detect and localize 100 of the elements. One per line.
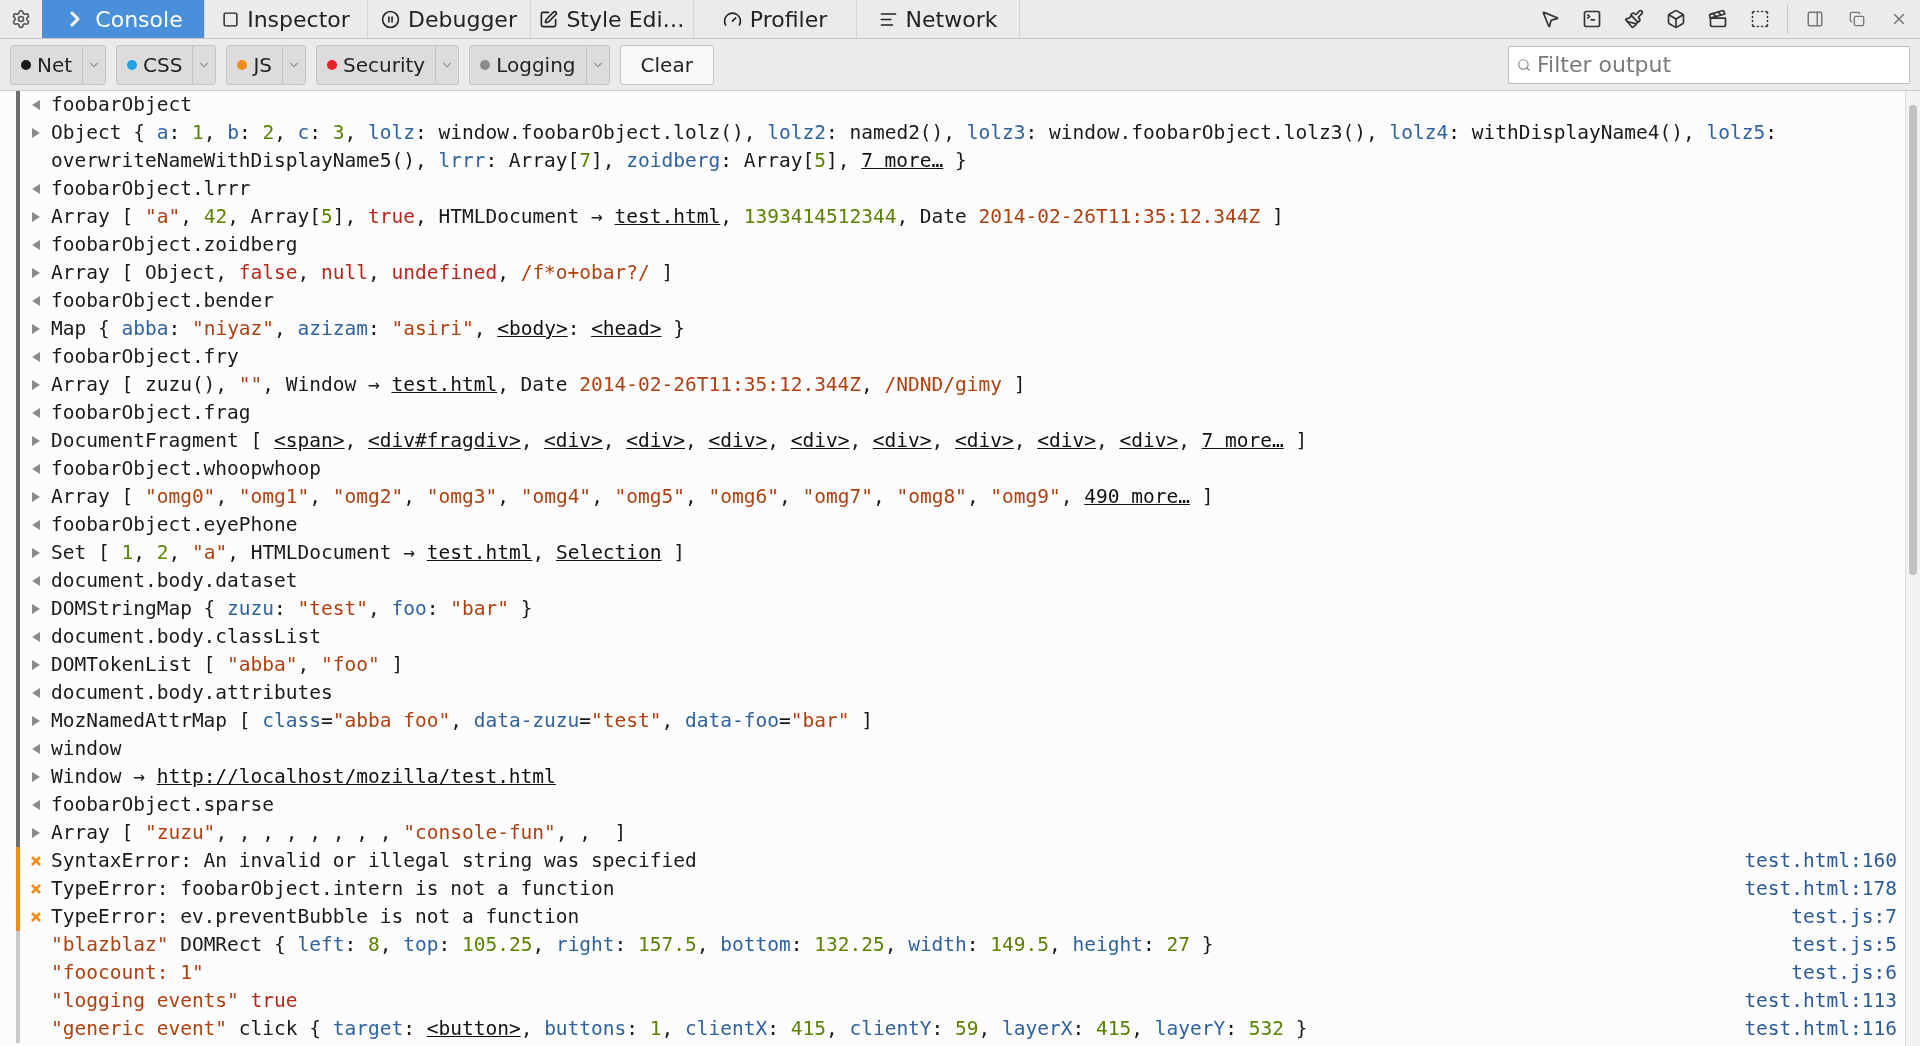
source-link[interactable]: test.js:7 <box>1791 903 1897 931</box>
object-link[interactable]: <div> <box>955 429 1014 452</box>
pause-icon <box>381 9 401 29</box>
object-link[interactable]: <span> <box>274 429 345 452</box>
object-link[interactable]: <div> <box>544 429 603 452</box>
output-arrow-icon <box>31 492 40 502</box>
input-arrow-icon <box>31 352 40 362</box>
source-link[interactable]: test.html:113 <box>1744 987 1897 1015</box>
input-arrow-icon <box>31 632 40 642</box>
object-link[interactable]: <div> <box>1119 429 1179 452</box>
source-link[interactable]: test.html:116 <box>1744 1015 1897 1043</box>
console-message: document.body.attributes <box>51 680 334 706</box>
console-message: foobarObject.lrrr <box>51 176 252 202</box>
error-icon <box>30 912 41 922</box>
input-arrow-icon <box>31 240 40 250</box>
object-link[interactable]: <button> <box>426 1017 521 1040</box>
filter-toggle-button[interactable]: Net <box>10 44 107 85</box>
input-arrow-icon <box>31 100 40 110</box>
source-link[interactable]: test.html:178 <box>1744 875 1897 903</box>
console-message: Array [ "omg0", "omg1", "omg2", "omg3", "omg4", "omg5", "omg6", "omg7", "omg8", "omg9", 490 more… ] <box>51 484 1215 510</box>
output-arrow-icon <box>31 548 40 558</box>
output-arrow-icon <box>31 268 40 278</box>
source-link[interactable]: test.js:5 <box>1791 931 1897 959</box>
console-message: Array [ zuzu(), "", Window → test.html, Date 2014-02-26T11:35:12.344Z, /NDND/gimy ] <box>51 372 1027 398</box>
input-arrow-icon <box>31 184 40 194</box>
object-link[interactable]: 7 more… <box>1201 429 1284 452</box>
input-arrow-icon <box>31 408 40 418</box>
console-message: Map { abba: "niyaz", azizam: "asiri", <body>: <head> } <box>51 316 687 342</box>
console-message: MozNamedAttrMap [ class="abba foo", data-zuzu="test", data-foo="bar" ] <box>51 708 874 734</box>
object-link[interactable]: test.html <box>391 373 498 396</box>
object-link[interactable]: <div> <box>1037 429 1096 452</box>
error-icon <box>30 856 41 866</box>
filter-toggle-button[interactable]: Logging <box>469 44 610 85</box>
object-link[interactable]: <div> <box>626 429 685 452</box>
output-arrow-icon <box>31 604 40 614</box>
filter-toggle-button[interactable]: Security <box>316 44 460 85</box>
output-arrow-icon <box>31 128 40 138</box>
console-message: foobarObject.fry <box>51 344 240 370</box>
object-link[interactable]: http://localhost/mozilla/test.html <box>156 765 556 788</box>
error-icon <box>30 884 41 894</box>
console-message: "foocount: 1" <box>51 960 205 986</box>
console-message: foobarObject.zoidberg <box>51 232 299 258</box>
console-message: Window → http://localhost/mozilla/test.html <box>51 764 557 790</box>
square-icon <box>222 10 240 28</box>
console-message: foobarObject.whoopwhoop <box>51 456 323 482</box>
object-link[interactable]: <head> <box>591 317 662 340</box>
object-link[interactable]: <div#fragdiv> <box>368 429 521 452</box>
output-arrow-icon <box>31 828 40 838</box>
console-message: foobarObject.frag <box>51 400 252 426</box>
object-link[interactable]: test.html <box>426 541 533 564</box>
object-link[interactable]: <div> <box>872 429 932 452</box>
filter-toggle-button[interactable]: JS <box>226 44 307 85</box>
console-message: document.body.dataset <box>51 568 299 594</box>
output-arrow-icon <box>31 716 40 726</box>
input-arrow-icon <box>31 520 40 530</box>
output-arrow-icon <box>31 772 40 782</box>
console-message: "blazblaz" DOMRect { left: 8, top: 105.25, right: 157.5, bottom: 132.25, width: 149.5, height: 27 } <box>51 932 1215 958</box>
console-message: "generic event" click { target: <button>, buttons: 1, clientX: 415, clientY: 59, layerX: 415, layerY: 532 } <box>51 1016 1309 1042</box>
console-message: Array [ "zuzu", , , , , , , , "console-fun", , ] <box>51 820 628 846</box>
console-message: foobarObject.eyePhone <box>51 512 299 538</box>
input-arrow-icon <box>31 464 40 474</box>
filter-field[interactable]: Filter output <box>1508 45 1910 84</box>
console-message: DOMStringMap { zuzu: "test", foo: "bar" } <box>51 596 534 622</box>
console-message: document.body.classList <box>51 624 323 650</box>
console-message: DocumentFragment [ <span>, <div#fragdiv>, <div>, <div>, <div>, <div>, <div>, <div>, <div>, <div>, 7 more… ] <box>51 428 1309 454</box>
gauge-icon <box>722 9 742 29</box>
object-link[interactable]: test.html <box>614 205 721 228</box>
object-link[interactable]: 490 more… <box>1084 485 1190 508</box>
object-link[interactable]: <body> <box>497 317 568 340</box>
output-arrow-icon <box>31 436 40 446</box>
source-link[interactable]: test.html:160 <box>1744 847 1897 875</box>
input-arrow-icon <box>31 688 40 698</box>
console-message: "logging events" true <box>51 988 299 1014</box>
pencil-icon <box>539 9 559 29</box>
input-arrow-icon <box>31 296 40 306</box>
output-arrow-icon <box>31 660 40 670</box>
input-arrow-icon <box>31 800 40 810</box>
console-message: foobarObject.bender <box>51 288 276 314</box>
console-message: TypeError: foobarObject.intern is not a function <box>51 876 616 902</box>
console-message: DOMTokenList [ "abba", "foo" ] <box>51 652 405 678</box>
object-link[interactable]: Selection <box>555 541 662 564</box>
output-arrow-icon <box>31 212 40 222</box>
object-link[interactable]: 7 more… <box>861 149 944 172</box>
scrollbar[interactable] <box>1905 91 1920 1046</box>
console-message: Array [ "a", 42, Array[5], true, HTMLDocument → test.html, 1393414512344, Date 2014-02-26T11:35:12.344Z ] <box>51 204 1285 230</box>
console-message: Array [ Object, false, null, undefined, /f*o+obar?/ ] <box>51 260 675 286</box>
input-arrow-icon <box>31 744 40 754</box>
filter-toggle-button[interactable]: CSS <box>116 44 217 85</box>
console-message: foobarObject.sparse <box>51 792 276 818</box>
output-arrow-icon <box>31 324 40 334</box>
clear-button[interactable]: Clear <box>619 44 714 85</box>
source-link[interactable]: test.js:6 <box>1791 959 1897 987</box>
console-message: Set [ 1, 2, "a", HTMLDocument → test.html, Selection ] <box>51 540 687 566</box>
object-link[interactable]: <div> <box>790 429 850 452</box>
object-link[interactable]: <div> <box>708 429 768 452</box>
console-message: SyntaxError: An invalid or illegal string was specified <box>51 848 698 874</box>
console-message: TypeError: ev.preventBubble is not a function <box>51 904 581 930</box>
console-message: foobarObject <box>51 92 193 118</box>
console-message: window <box>51 736 123 762</box>
output-arrow-icon <box>31 380 40 390</box>
